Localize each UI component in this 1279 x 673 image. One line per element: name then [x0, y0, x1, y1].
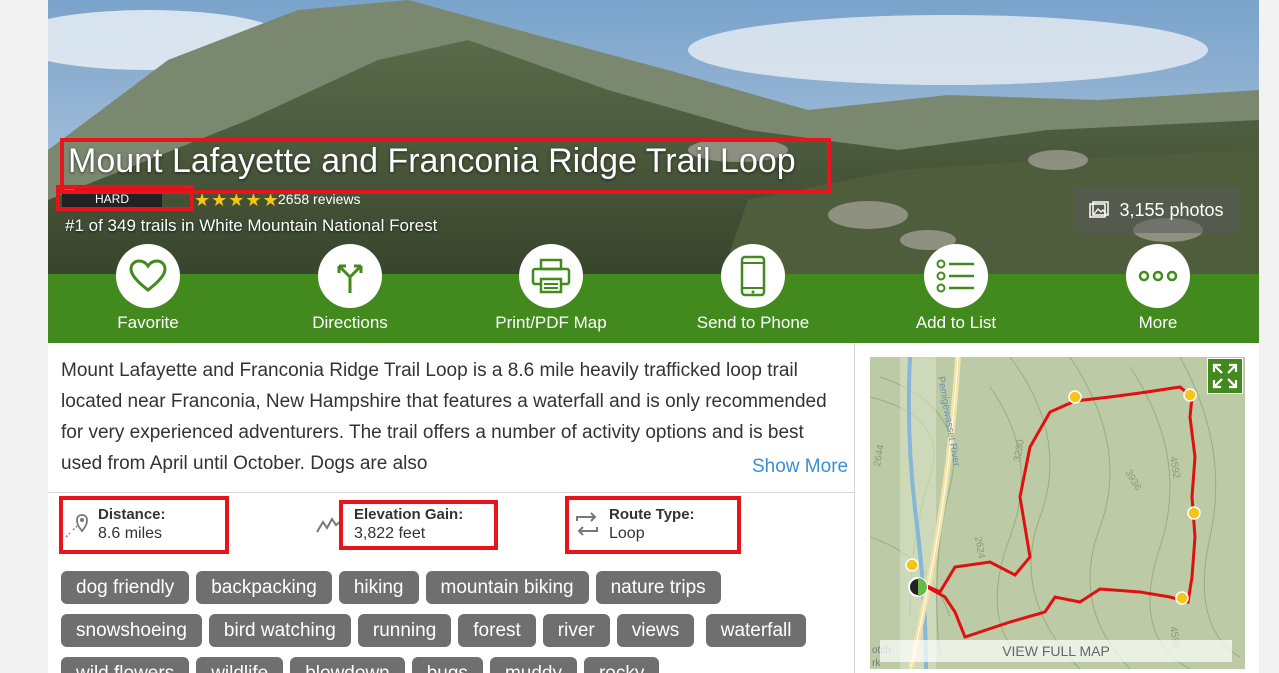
show-more-link[interactable]: Show More [742, 456, 849, 478]
tag-dog-friendly[interactable]: dog friendly [61, 571, 190, 604]
difficulty-highlight-box [56, 185, 194, 211]
trail-rank[interactable]: #1 of 349 trails in White Mountain Natio… [65, 216, 437, 236]
add-to-list-button[interactable]: Add to List [876, 244, 1036, 333]
print-button[interactable]: Print/PDF Map [471, 244, 631, 333]
directions-circle[interactable] [318, 244, 382, 308]
tag-bugs[interactable]: bugs [411, 657, 483, 673]
phone-icon [740, 255, 766, 297]
add-to-list-label: Add to List [915, 313, 997, 332]
tag-list: dog friendly backpacking hiking mountain bi… [61, 571, 851, 673]
tag-forest[interactable]: forest [458, 614, 536, 647]
more-label: More [1138, 313, 1178, 332]
tag-muddy[interactable]: muddy [489, 657, 577, 673]
photo-gallery-icon [1089, 201, 1110, 218]
print-label: Print/PDF Map [495, 313, 607, 332]
favorite-circle[interactable] [116, 244, 180, 308]
favorite-button[interactable]: Favorite [68, 244, 228, 333]
tag-blowdown[interactable]: blowdown [290, 657, 405, 673]
tag-waterfall[interactable]: waterfall [705, 614, 807, 647]
tag-wildlife[interactable]: wildlife [196, 657, 284, 673]
send-to-phone-button[interactable]: Send to Phone [673, 244, 833, 333]
tag-mountain-biking[interactable]: mountain biking [425, 571, 589, 604]
favorite-label: Favorite [117, 313, 179, 332]
tag-wild-flowers[interactable]: wild flowers [61, 657, 190, 673]
add-to-list-circle[interactable] [924, 244, 988, 308]
photos-button[interactable]: 3,155 photos [1073, 187, 1240, 233]
trail-description: Mount Lafayette and Franconia Ridge Trai… [61, 360, 827, 474]
trail-map[interactable]: 2644 3230 3936 4592 2624 4592 Pemigewass… [870, 357, 1245, 669]
distance-highlight-box [59, 496, 229, 554]
expand-map-button[interactable] [1207, 358, 1243, 394]
more-button[interactable]: More [1078, 244, 1238, 333]
tag-hiking[interactable]: hiking [338, 571, 419, 604]
photos-count: 3,155 photos [1119, 199, 1224, 220]
more-icon [1138, 270, 1178, 282]
tag-rocky[interactable]: rocky [583, 657, 660, 673]
directions-button[interactable]: Directions [270, 244, 430, 333]
directions-label: Directions [312, 313, 388, 332]
trail-map-graphic: 2644 3230 3936 4592 2624 4592 Pemigewass… [870, 357, 1245, 669]
tag-nature-trips[interactable]: nature trips [595, 571, 721, 604]
tag-backpacking[interactable]: backpacking [196, 571, 332, 604]
tag-river[interactable]: river [542, 614, 610, 647]
send-to-phone-label: Send to Phone [696, 313, 810, 332]
trail-page: Mount Lafayette and Franconia Ridge Trai… [48, 0, 1259, 673]
tag-views[interactable]: views [616, 614, 695, 647]
tag-bird-watching[interactable]: bird watching [208, 614, 351, 647]
expand-icon [1212, 363, 1238, 389]
view-full-map-link[interactable]: VIEW FULL MAP [880, 640, 1232, 662]
column-divider [854, 343, 855, 673]
elevation-highlight-box [339, 500, 498, 550]
section-divider [48, 492, 854, 493]
tag-snowshoeing[interactable]: snowshoeing [61, 614, 202, 647]
list-icon [936, 259, 974, 293]
tag-running[interactable]: running [357, 614, 452, 647]
more-circle[interactable] [1126, 244, 1190, 308]
heart-icon [129, 259, 167, 292]
send-to-phone-circle[interactable] [721, 244, 785, 308]
printer-icon [531, 258, 571, 294]
print-circle[interactable] [519, 244, 583, 308]
route-type-highlight-box [565, 496, 741, 554]
directions-icon [337, 264, 363, 293]
